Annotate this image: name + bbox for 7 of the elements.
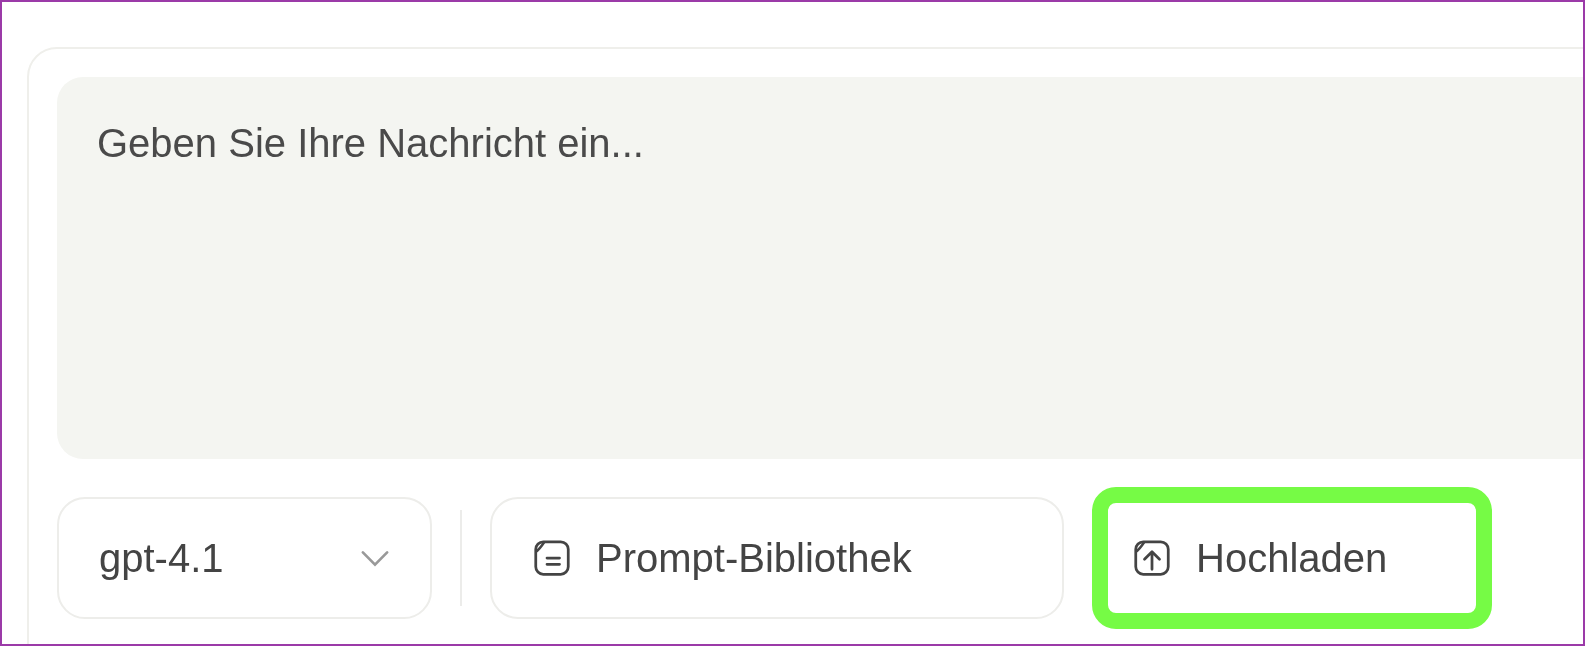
upload-button[interactable]: Hochladen bbox=[1092, 487, 1492, 629]
chevron-down-icon bbox=[360, 549, 390, 567]
note-icon bbox=[532, 538, 572, 578]
message-input[interactable]: Geben Sie Ihre Nachricht ein... bbox=[57, 77, 1583, 459]
upload-icon bbox=[1132, 538, 1172, 578]
model-select[interactable]: gpt-4.1 bbox=[57, 497, 432, 619]
library-button[interactable]: Prompt-Bibliothek bbox=[490, 497, 1064, 619]
